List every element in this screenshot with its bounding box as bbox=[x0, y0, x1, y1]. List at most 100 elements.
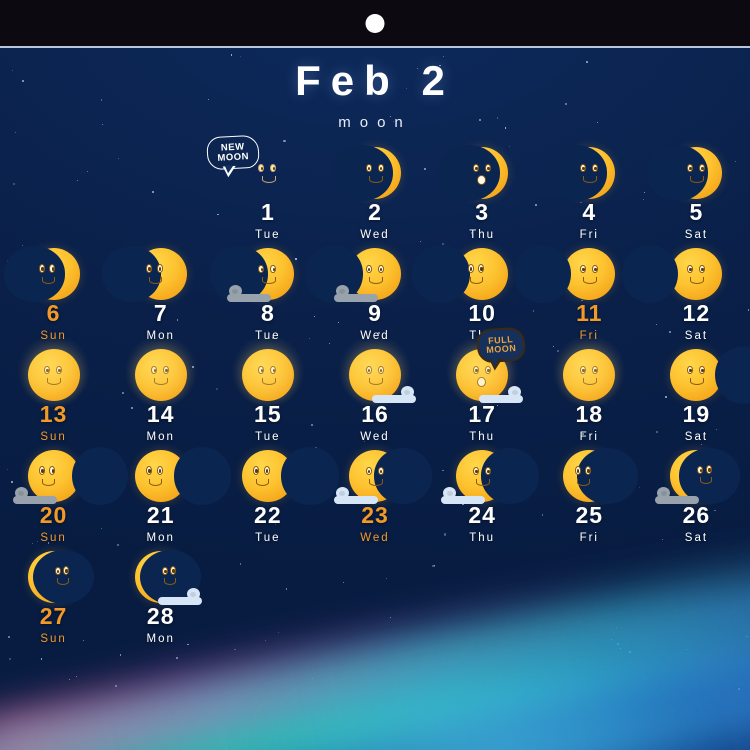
full-moon-glow bbox=[551, 333, 628, 409]
weekday-label: Mon bbox=[146, 633, 175, 645]
calendar-day-6[interactable]: 6Sun bbox=[0, 241, 107, 342]
moon-phase-wangib2 bbox=[241, 447, 339, 505]
day-number: 21 bbox=[146, 502, 175, 528]
moon-shadow-mask bbox=[32, 549, 95, 605]
snail-decoration bbox=[157, 588, 202, 605]
weekday-label: Sat bbox=[684, 532, 709, 544]
moon-shadow-mask bbox=[3, 246, 66, 302]
calendar-header: Feb 2 moon bbox=[0, 60, 750, 132]
moon-shadow-mask bbox=[412, 245, 470, 303]
moon-art bbox=[15, 544, 95, 605]
weekday-label: Sun bbox=[40, 633, 67, 645]
calendar-day-7[interactable]: 7Mon bbox=[102, 241, 214, 342]
calendar-day-2[interactable]: 2 Wed bbox=[321, 140, 428, 241]
moon-shadow-mask bbox=[715, 345, 750, 405]
moon-art bbox=[550, 333, 628, 409]
weekday-label: Sun bbox=[40, 532, 67, 544]
moon-disc bbox=[670, 248, 723, 300]
moon-art bbox=[12, 443, 129, 506]
star bbox=[15, 131, 17, 133]
moon-art bbox=[331, 140, 414, 201]
moon-phase-waxcres bbox=[331, 145, 401, 201]
snail-shell-swirl bbox=[446, 490, 453, 496]
calendar-day-16[interactable]: 16 Wed bbox=[321, 333, 428, 443]
snail-decoration bbox=[12, 487, 57, 504]
day-number: 11 bbox=[576, 300, 603, 326]
snail-shell-swirl bbox=[404, 389, 411, 395]
moon-shadow-mask bbox=[373, 448, 433, 504]
calendar-day-3[interactable]: 3 Thu bbox=[429, 140, 536, 241]
new-moon-speech-bubble: NEW MOON bbox=[206, 134, 260, 178]
moon-shadow-mask bbox=[646, 145, 708, 201]
full-moon-glow bbox=[15, 333, 92, 409]
snail-shell-swirl bbox=[339, 288, 346, 294]
day-number: 1 bbox=[260, 199, 275, 225]
snail-decoration bbox=[333, 487, 378, 504]
moon-art bbox=[438, 140, 521, 201]
calendar-day-17[interactable]: FULL MOON 17 Thu bbox=[429, 326, 536, 443]
star bbox=[239, 56, 242, 58]
weekday-label: Tue bbox=[255, 229, 281, 241]
moon-art bbox=[3, 241, 93, 302]
moon-art bbox=[514, 241, 628, 304]
moon-art: FULL MOON bbox=[443, 326, 527, 409]
weekday-label: Sat bbox=[684, 431, 709, 443]
calendar-day-1[interactable]: NEW MOON 1 Tue bbox=[206, 134, 321, 241]
day-number: 26 bbox=[682, 502, 711, 528]
calendar-grid: NEW MOON1 Tue 2Wed3Thu4Fri 5 Sat 6Sun7Mon8Tue… bbox=[0, 134, 750, 645]
moon-art bbox=[15, 333, 93, 409]
calendar-day-12[interactable]: 12 Sat bbox=[621, 241, 750, 342]
moon-art bbox=[441, 443, 540, 504]
day-number: 12 bbox=[682, 300, 711, 326]
calendar-day-27[interactable]: 27 Sun bbox=[0, 544, 107, 645]
snail-decoration bbox=[333, 285, 378, 302]
moon-shadow-mask bbox=[438, 145, 500, 201]
weekday-label: Sat bbox=[684, 330, 709, 342]
moon-phase-waxcres bbox=[545, 145, 616, 201]
moon-art bbox=[229, 443, 339, 505]
calendar-day-23[interactable]: 23 Wed bbox=[321, 443, 433, 544]
snail-shell-swirl bbox=[511, 389, 518, 395]
calendar-day-8[interactable]: 8Tue bbox=[209, 241, 321, 342]
calendar-day-24[interactable]: 24 Thu bbox=[429, 443, 540, 544]
moon-art bbox=[550, 443, 639, 504]
calendar-day-21[interactable]: 21 Mon bbox=[107, 443, 232, 544]
calendar-day-28[interactable]: 28 Mon bbox=[107, 544, 214, 645]
calendar-day-4[interactable]: 4 Fri bbox=[536, 140, 643, 241]
day-number: 5 bbox=[689, 199, 704, 225]
moon-art bbox=[122, 333, 200, 409]
calendar-day-19[interactable]: 19 Sat bbox=[643, 342, 750, 443]
moon-art bbox=[412, 241, 521, 303]
moon-pupil bbox=[272, 166, 276, 171]
full-moon-glow bbox=[122, 333, 199, 409]
moon-shadow-mask bbox=[576, 448, 639, 504]
calendar-day-25[interactable]: 25 Fri bbox=[536, 443, 643, 544]
day-number: 20 bbox=[39, 502, 68, 528]
snail-shell bbox=[335, 285, 349, 297]
day-number: 23 bbox=[361, 502, 389, 528]
moon-shadow-mask bbox=[331, 145, 393, 201]
calendar-day-26[interactable]: 26 Sat bbox=[643, 443, 750, 544]
weekday-label: Fri bbox=[579, 431, 599, 443]
moon-art bbox=[102, 241, 200, 302]
moon-art bbox=[122, 443, 232, 505]
weekday-label: Wed bbox=[360, 431, 390, 443]
weekday-label: Mon bbox=[146, 532, 175, 544]
snail-shell-swirl bbox=[190, 591, 197, 597]
calendar-day-20[interactable]: 20 Sun bbox=[0, 443, 129, 544]
calendar-day-14[interactable]: 14 Mon bbox=[107, 333, 214, 443]
weekday-label: Wed bbox=[360, 229, 390, 241]
moon-art bbox=[209, 241, 307, 302]
calendar-day-5[interactable]: 5 Sat bbox=[643, 140, 750, 241]
calendar-day-18[interactable]: 18 Fri bbox=[536, 333, 643, 443]
weekday-label: Wed bbox=[360, 532, 390, 544]
calendar-day-22[interactable]: 22 Tue bbox=[214, 443, 339, 544]
day-number: 9 bbox=[368, 300, 382, 326]
calendar-day-15[interactable]: 15 Tue bbox=[214, 333, 321, 443]
calendar-binder-bar bbox=[0, 0, 750, 46]
moon-shadow-mask bbox=[481, 448, 540, 504]
moon-phase-wancres3 bbox=[27, 549, 95, 605]
calendar-day-9[interactable]: 9Wed bbox=[305, 241, 428, 342]
calendar-day-13[interactable]: 13 Sun bbox=[0, 333, 107, 443]
weekday-label: Sat bbox=[684, 229, 709, 241]
